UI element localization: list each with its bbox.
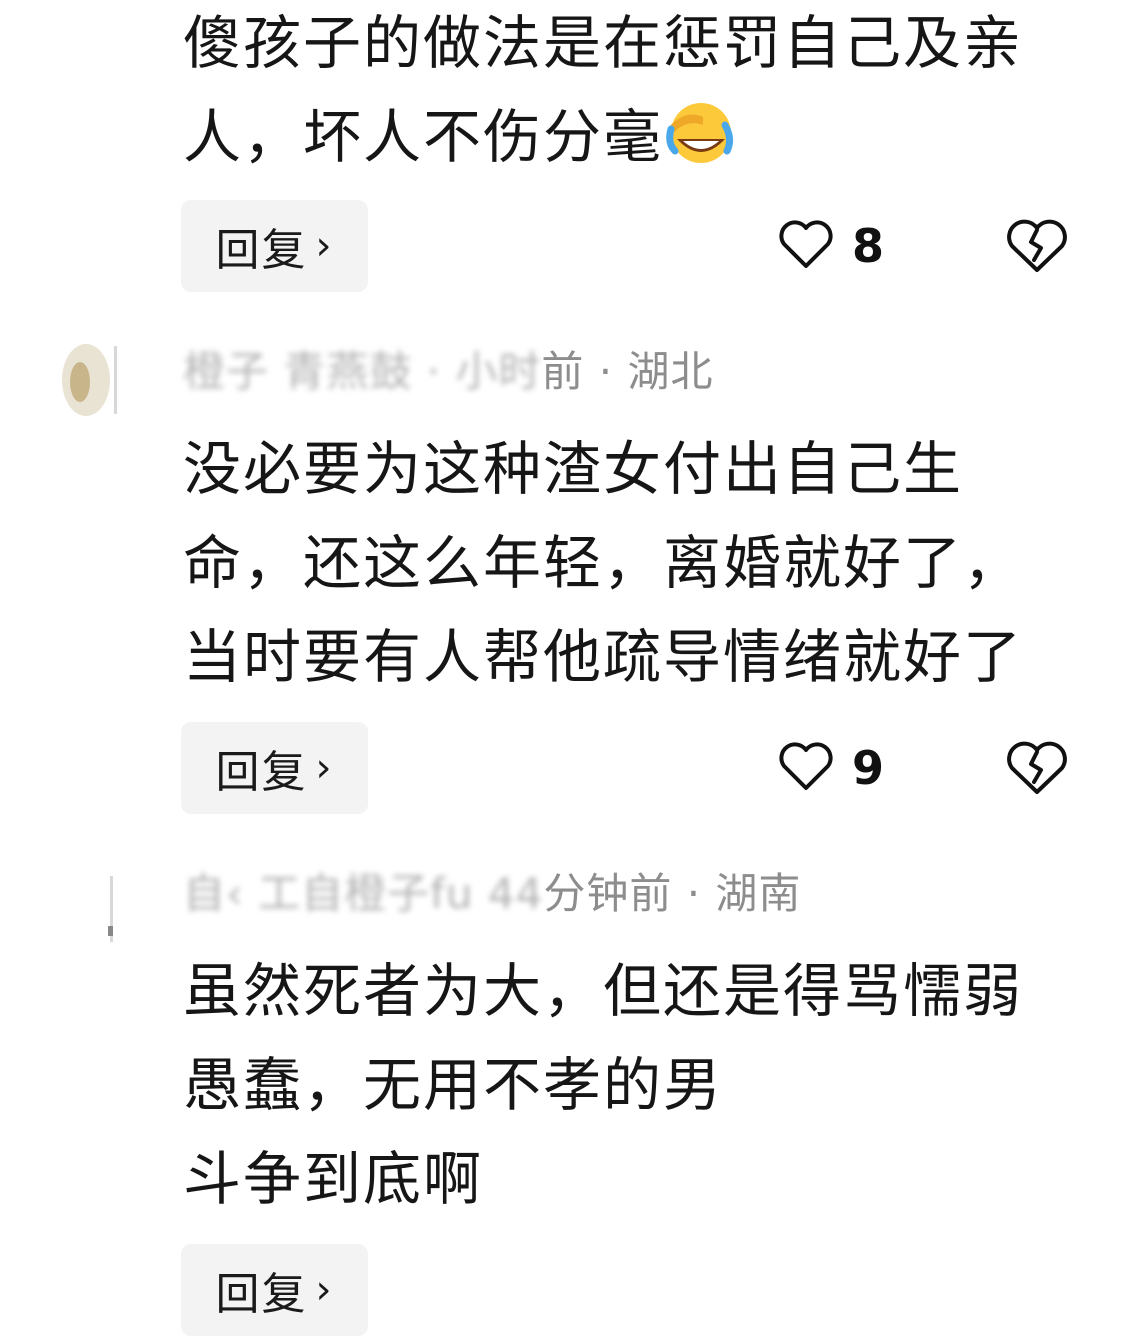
laughing-crying-face-icon [663, 98, 735, 164]
comment-2-line-2: 命，还这么年轻，离婚就好了， [183, 529, 1024, 597]
dislike-button[interactable] [1004, 218, 1070, 278]
comment-1-line-1: 傻孩子的做法是在惩罚自己及亲 [183, 9, 1024, 77]
comment-2-line-1: 没必要为这种渣女付出自己生 [183, 435, 964, 503]
broken-heart-icon [1004, 741, 1070, 800]
heart-icon [778, 740, 834, 796]
comment-2-text: 没必要为这种渣女付出自己生 命，还这么年轻，离婚就好了， 当时要有人帮他疏导情绪就好… [183, 422, 1083, 704]
comment-3-line-1: 虽然死者为大，但还是得骂懦弱 [183, 957, 1024, 1025]
heart-icon [778, 218, 834, 274]
like-count: 9 [852, 741, 885, 795]
comment-2-meta: 橙子 青燕鼓 · 小时前 · 湖北 [183, 338, 713, 399]
chevron-right-icon: › [315, 1267, 334, 1313]
comment-1-text: 傻孩子的做法是在惩罚自己及亲 人，坏人不伤分毫 [183, 0, 1083, 184]
comment-3-meta: 自‹ 工自橙子fu 44分钟前 · 湖南 [183, 860, 801, 921]
reply-label: 回复 [215, 225, 308, 276]
chevron-right-icon: › [315, 223, 334, 269]
timestamp-location: 前 · 湖北 [541, 347, 714, 396]
like-button[interactable]: 8 [778, 218, 884, 274]
comment-2-line-3: 当时要有人帮他疏导情绪就好了 [183, 623, 1024, 691]
reply-button[interactable]: 回复 › [181, 200, 368, 292]
reply-button[interactable]: 回复 › [181, 722, 368, 814]
dislike-button[interactable] [1004, 740, 1070, 800]
comment-3-text: 虽然死者为大，但还是得骂懦弱 愚蠢，无用不孝的男 斗争到底啊 [183, 944, 1083, 1226]
reply-button[interactable]: 回复 › [181, 1244, 368, 1336]
avatar[interactable] [60, 342, 120, 418]
comment-3-line-3: 斗争到底啊 [183, 1145, 484, 1213]
username[interactable]: 橙子 青燕鼓 · 小时 [183, 347, 541, 396]
username[interactable]: 自‹ 工自橙子fu 44 [183, 869, 543, 918]
like-count: 8 [852, 219, 885, 273]
reply-label: 回复 [215, 747, 308, 798]
reply-label: 回复 [215, 1269, 308, 1320]
comment-1-line-2: 人，坏人不伤分毫 [183, 103, 664, 171]
timestamp-location: 分钟前 · 湖南 [543, 869, 802, 918]
comment-3-line-2: 愚蠢，无用不孝的男 [183, 1051, 724, 1119]
chevron-right-icon: › [315, 745, 334, 791]
like-button[interactable]: 9 [778, 740, 884, 796]
broken-heart-icon [1004, 219, 1070, 278]
avatar[interactable] [60, 870, 120, 946]
